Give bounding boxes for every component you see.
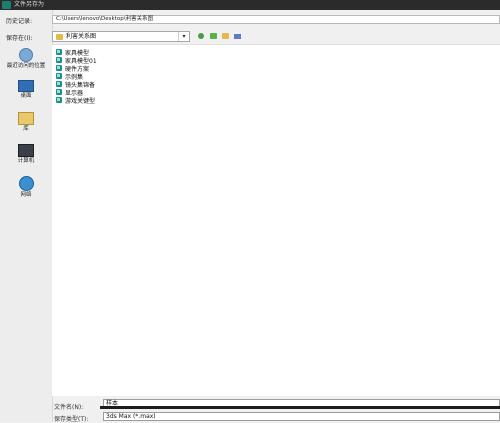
chevron-down-icon[interactable]: ▾ [178, 32, 189, 41]
history-path-field[interactable]: C:\Users\lenovo\Desktop\利害关系图 [52, 15, 500, 24]
file-icon [56, 73, 62, 79]
back-arrow-icon [198, 33, 204, 39]
place-libraries-label: 库 [23, 126, 29, 132]
place-network-label: 网络 [20, 192, 32, 198]
up-folder-icon [209, 33, 217, 39]
place-desktop-label: 桌面 [20, 93, 32, 99]
view-menu-button[interactable] [232, 31, 242, 41]
save-in-dropdown[interactable]: 利害关系图 ▾ [52, 31, 190, 42]
field-divider [100, 406, 500, 409]
back-button[interactable] [196, 31, 206, 41]
file-icon [56, 81, 62, 87]
place-recent[interactable]: 最近访问的位置 [2, 48, 50, 70]
place-computer-label: 计算机 [17, 158, 35, 164]
file-list[interactable]: 家具模型 家具模型01 硬件方案 示例集 镜头集锦备 显示器 游戏关键型 [52, 44, 500, 396]
history-label: 历史记录: [6, 18, 33, 25]
place-libraries[interactable]: 库 [2, 112, 50, 133]
view-menu-icon [233, 33, 241, 39]
new-folder-button[interactable] [220, 31, 230, 41]
file-name-label: 文件名(N): [54, 404, 84, 411]
folder-icon [56, 34, 63, 40]
file-icon [56, 89, 62, 95]
save-in-value: 利害关系图 [66, 33, 97, 40]
recent-places-icon [19, 48, 33, 62]
place-recent-label: 最近访问的位置 [6, 63, 46, 69]
network-icon [18, 176, 34, 191]
places-bar [0, 10, 53, 422]
new-folder-icon [221, 33, 229, 39]
desktop-icon [18, 80, 34, 92]
list-item[interactable]: 游戏关键型 [56, 96, 95, 105]
app-icon [2, 1, 11, 9]
computer-icon [18, 144, 34, 157]
file-icon [56, 49, 62, 55]
window-title: 文件另存为 [14, 1, 45, 8]
title-bar: 文件另存为 [0, 0, 500, 10]
up-folder-button[interactable] [208, 31, 218, 41]
save-in-label: 保存在(I): [6, 35, 33, 42]
file-icon [56, 97, 62, 103]
libraries-icon [18, 112, 34, 125]
file-type-select[interactable]: 3ds Max (*.max) [103, 412, 500, 421]
place-desktop[interactable]: 桌面 [2, 80, 50, 100]
place-computer[interactable]: 计算机 [2, 144, 50, 165]
file-icon [56, 57, 62, 63]
file-icon [56, 65, 62, 71]
place-network[interactable]: 网络 [2, 176, 50, 199]
